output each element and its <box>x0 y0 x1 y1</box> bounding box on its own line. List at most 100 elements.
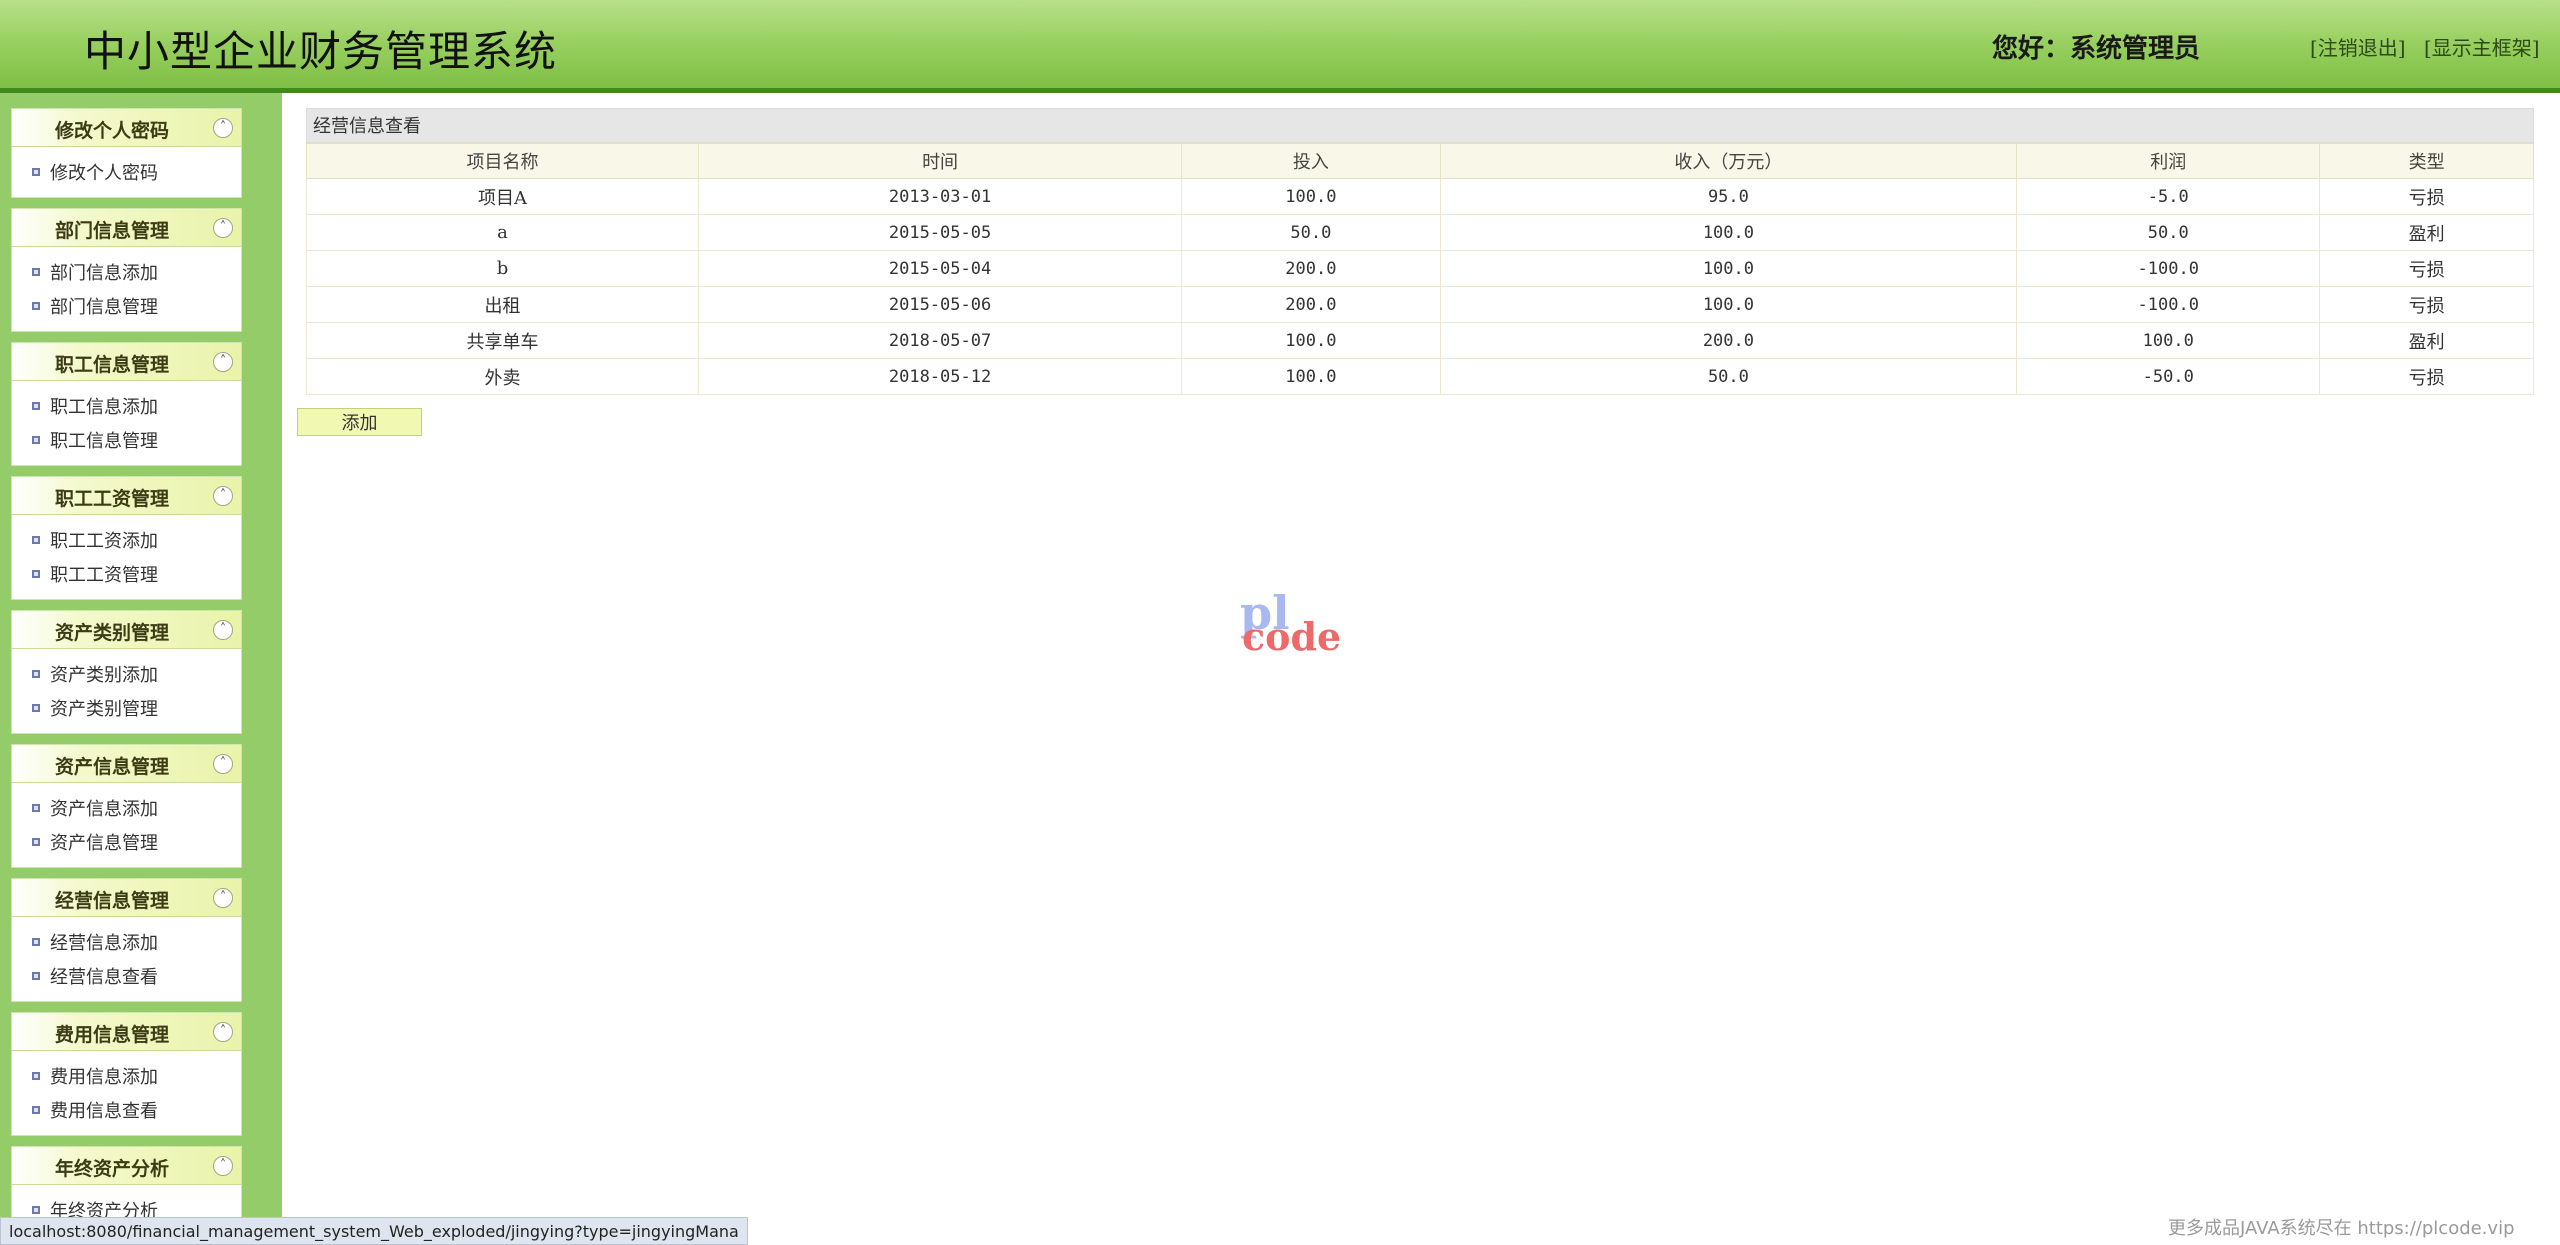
cell-type: 亏损 <box>2319 358 2534 395</box>
sidebar-menu-item[interactable]: 费用信息查看 <box>12 1095 241 1129</box>
bullet-icon <box>32 1072 40 1080</box>
sidebar-menu-item[interactable]: 职工工资管理 <box>12 559 241 593</box>
sidebar-menu-item[interactable]: 经营信息添加 <box>12 927 241 961</box>
cell-income: 95.0 <box>1439 178 2018 215</box>
sidebar-menu-item-label: 资产信息添加 <box>50 799 158 820</box>
cell-profit: 50.0 <box>2016 214 2321 251</box>
sidebar-menu-item[interactable]: 资产信息管理 <box>12 827 241 861</box>
cell-income: 50.0 <box>1439 358 2018 395</box>
menu-group-header[interactable]: 费用信息管理 ˄ <box>12 1013 241 1051</box>
cell-income: 100.0 <box>1439 214 2018 251</box>
bullet-icon <box>32 838 40 846</box>
menu-group-title: 年终资产分析 <box>54 1158 169 1180</box>
menu-group: 职工信息管理 ˄ 职工信息添加职工信息管理 <box>11 342 242 466</box>
collapse-icon[interactable]: ˄ <box>213 1156 233 1176</box>
menu-group-title: 资产信息管理 <box>54 756 169 778</box>
menu-group-header[interactable]: 部门信息管理 ˄ <box>12 209 241 247</box>
sidebar-menu-item-label: 经营信息查看 <box>50 967 158 988</box>
sidebar-menu-item[interactable]: 资产类别管理 <box>12 693 241 727</box>
menu-group: 职工工资管理 ˄ 职工工资添加 职工工资管理 <box>11 476 242 600</box>
sidebar-menu-item[interactable]: 修改个人密码 <box>12 157 241 191</box>
bullet-icon <box>32 536 40 544</box>
collapse-icon[interactable]: ˄ <box>213 486 233 506</box>
column-header-type: 类型 <box>2319 143 2534 179</box>
collapse-icon[interactable]: ˄ <box>213 888 233 908</box>
sidebar-menu-item-label: 资产信息管理 <box>50 833 158 854</box>
menu-group-title: 经营信息管理 <box>54 890 169 912</box>
bullet-icon <box>32 302 40 310</box>
sidebar-menu-item[interactable]: 职工信息管理 <box>12 425 241 459</box>
logout-link[interactable]: [注销退出] <box>2310 32 2406 61</box>
cell-investment: 200.0 <box>1181 286 1441 323</box>
sidebar-menu-item[interactable]: 经营信息查看 <box>12 961 241 995</box>
cell-type: 亏损 <box>2319 178 2534 215</box>
add-button[interactable]: 添加 <box>297 408 422 436</box>
column-header-time: 时间 <box>697 143 1183 179</box>
watermark-code: code <box>1242 614 1342 659</box>
bullet-icon <box>32 268 40 276</box>
collapse-icon[interactable]: ˄ <box>213 118 233 138</box>
menu-group: 资产类别管理 ˄ 资产类别添加 资产类别管理 <box>11 610 242 734</box>
sidebar-menu-item[interactable]: 部门信息添加 <box>12 257 241 291</box>
menu-items: 资产类别添加资产类别管理 <box>12 649 241 733</box>
cell-investment: 50.0 <box>1181 214 1441 251</box>
sidebar-menu-item-label: 经营信息添加 <box>50 933 158 954</box>
cell-income: 100.0 <box>1439 250 2018 287</box>
collapse-icon[interactable]: ˄ <box>213 1022 233 1042</box>
menu-group-header[interactable]: 职工信息管理 ˄ <box>12 343 241 381</box>
collapse-icon[interactable]: ˄ <box>213 620 233 640</box>
sidebar-menu-item[interactable]: 资产类别添加 <box>12 659 241 693</box>
collapse-icon[interactable]: ˄ <box>213 352 233 372</box>
cell-time: 2015-05-04 <box>697 250 1183 287</box>
menu-group: 费用信息管理 ˄ 费用信息添加 费用信息查看 <box>11 1012 242 1136</box>
bullet-icon <box>32 804 40 812</box>
cell-time: 2013-03-01 <box>697 178 1183 215</box>
menu-group-header[interactable]: 年终资产分析 ˄ <box>12 1147 241 1185</box>
menu-group-title: 部门信息管理 <box>54 220 169 242</box>
cell-time: 2018-05-07 <box>697 322 1183 359</box>
cell-type: 盈利 <box>2319 322 2534 359</box>
sidebar-menu-item[interactable]: 资产信息添加 <box>12 793 241 827</box>
cell-profit: 100.0 <box>2016 322 2321 359</box>
sidebar: 修改个人密码 ˄ 修改个人密码 部门信息管理 ˄ 部门信息添加 部门信息管理 职工信息管理 ˄ 职… <box>0 93 282 1236</box>
sidebar-menu-item-label: 职工信息添加 <box>50 397 158 418</box>
bullet-icon <box>32 704 40 712</box>
show-main-frame-link[interactable]: [显示主框架] <box>2424 32 2540 61</box>
bullet-icon <box>32 1106 40 1114</box>
menu-group-title: 职工工资管理 <box>54 488 169 510</box>
cell-project-name: 外卖 <box>306 358 699 395</box>
cell-project-name: a <box>306 214 699 251</box>
bullet-icon <box>32 168 40 176</box>
menu-group-title: 修改个人密码 <box>54 120 169 142</box>
collapse-icon[interactable]: ˄ <box>213 754 233 774</box>
menu-group-header[interactable]: 资产信息管理 ˄ <box>12 745 241 783</box>
column-header-income: 收入（万元） <box>1439 143 2018 179</box>
cell-income: 200.0 <box>1439 322 2018 359</box>
cell-income: 100.0 <box>1439 286 2018 323</box>
table-row: 外卖 2018-05-12 100.0 50.0 -50.0 亏损 <box>306 358 2534 395</box>
cell-project-name: 出租 <box>306 286 699 323</box>
sidebar-menu-item[interactable]: 职工工资添加 <box>12 525 241 559</box>
menu-items: 资产信息添加 资产信息管理 <box>12 783 241 867</box>
cell-investment: 200.0 <box>1181 250 1441 287</box>
sidebar-menu-item-label: 费用信息添加 <box>50 1067 158 1088</box>
cell-investment: 100.0 <box>1181 358 1441 395</box>
bullet-icon <box>32 938 40 946</box>
menu-group-header[interactable]: 资产类别管理 ˄ <box>12 611 241 649</box>
table-row: 出租 2015-05-06 200.0 100.0 -100.0 亏损 <box>306 286 2534 323</box>
sidebar-menu-item-label: 资产类别添加 <box>50 665 158 686</box>
sidebar-menu-item[interactable]: 部门信息管理 <box>12 291 241 325</box>
menu-group-header[interactable]: 经营信息管理 ˄ <box>12 879 241 917</box>
menu-group-header[interactable]: 修改个人密码 ˄ <box>12 109 241 147</box>
column-header-investment: 投入 <box>1181 143 1441 179</box>
sidebar-menu-item-label: 部门信息添加 <box>50 263 158 284</box>
sidebar-menu-item[interactable]: 费用信息添加 <box>12 1061 241 1095</box>
menu-group-header[interactable]: 职工工资管理 ˄ <box>12 477 241 515</box>
bullet-icon <box>32 570 40 578</box>
collapse-icon[interactable]: ˄ <box>213 218 233 238</box>
menu-group: 修改个人密码 ˄ 修改个人密码 <box>11 108 242 198</box>
column-header-profit: 利润 <box>2016 143 2321 179</box>
footer-note: 更多成品JAVA系统尽在 https://plcode.vip <box>2168 1218 2515 1239</box>
sidebar-menu-item-label: 费用信息查看 <box>50 1101 158 1122</box>
sidebar-menu-item[interactable]: 职工信息添加 <box>12 391 241 425</box>
